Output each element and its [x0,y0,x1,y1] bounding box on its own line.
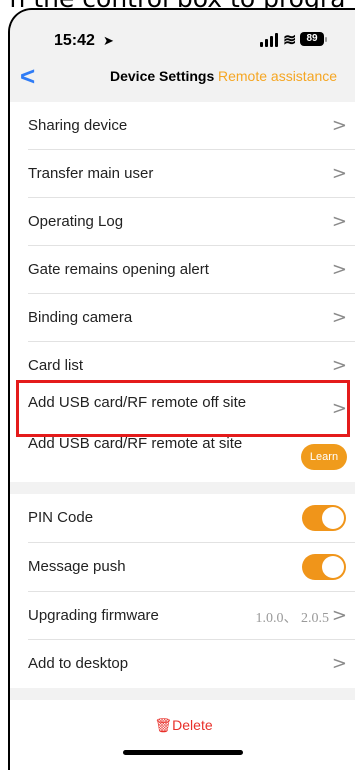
row-add-remote-at-site[interactable]: Add USB card/RF remote at site Learn [10,432,355,482]
row-message-push: Message push [10,543,355,591]
row-label: Gate remains opening alert [28,261,209,278]
location-arrow-icon: ➤ [103,33,114,48]
battery-icon: 89 [300,32,324,46]
phone-screen: 15:42 ➤ ≋ 89 < Device Settings Remote as… [8,8,355,770]
page-title: Device Settings [110,68,215,84]
navigation-bar: < Device Settings Remote assistance [10,60,355,94]
delete-button[interactable]: 🗑Delete [10,717,355,734]
firmware-version: 1.0.0、 2.0.5 [255,611,330,626]
home-indicator [123,750,243,755]
row-label: Sharing device [28,117,128,134]
chevron-right-icon: > [331,211,347,232]
row-label: Message push [28,558,126,575]
battery-tip [325,37,327,42]
status-bar: 15:42 ➤ ≋ 89 [10,10,355,60]
toggle-knob [322,556,344,578]
back-chevron-icon[interactable]: < [20,63,35,89]
row-label: Add to desktop [28,655,129,672]
remote-assistance-link[interactable]: Remote assistance [218,68,337,84]
status-time: 15:42 [54,32,95,49]
row-label: Transfer main user [28,165,154,182]
settings-group-device: PIN Code Message push Upgrading firmware… [10,494,355,688]
row-gate-opening-alert[interactable]: Gate remains opening alert > [10,246,355,293]
chevron-right-icon: > [331,605,347,626]
row-label: Binding camera [28,309,133,326]
chevron-right-icon: > [331,259,347,280]
toggle-knob [322,507,344,529]
row-add-to-desktop[interactable]: Add to desktop > [10,640,355,688]
highlight-box [16,380,350,437]
row-card-list[interactable]: Card list > [10,342,355,384]
row-operating-log[interactable]: Operating Log > [10,198,355,245]
row-label: PIN Code [28,509,94,526]
delete-section: 🗑Delete [10,700,355,770]
row-upgrading-firmware[interactable]: Upgrading firmware 1.0.0、 2.0.5 > [10,592,355,639]
chevron-right-icon: > [331,115,347,136]
row-label: Upgrading firmware [28,607,159,624]
learn-button[interactable]: Learn [301,444,347,470]
row-sharing-device[interactable]: Sharing device > [10,102,355,149]
pin-code-toggle[interactable] [302,505,346,531]
wifi-icon: ≋ [283,32,297,49]
row-label: Card list [28,357,84,374]
row-label: Operating Log [28,213,124,230]
cellular-signal-icon [260,33,278,47]
row-binding-camera[interactable]: Binding camera > [10,294,355,341]
message-push-toggle[interactable] [302,554,346,580]
chevron-right-icon: > [331,163,347,184]
chevron-right-icon: > [331,307,347,328]
row-pin-code: PIN Code [10,494,355,542]
chevron-right-icon: > [331,355,347,376]
chevron-right-icon: > [331,653,347,674]
row-transfer-main-user[interactable]: Transfer main user > [10,150,355,197]
